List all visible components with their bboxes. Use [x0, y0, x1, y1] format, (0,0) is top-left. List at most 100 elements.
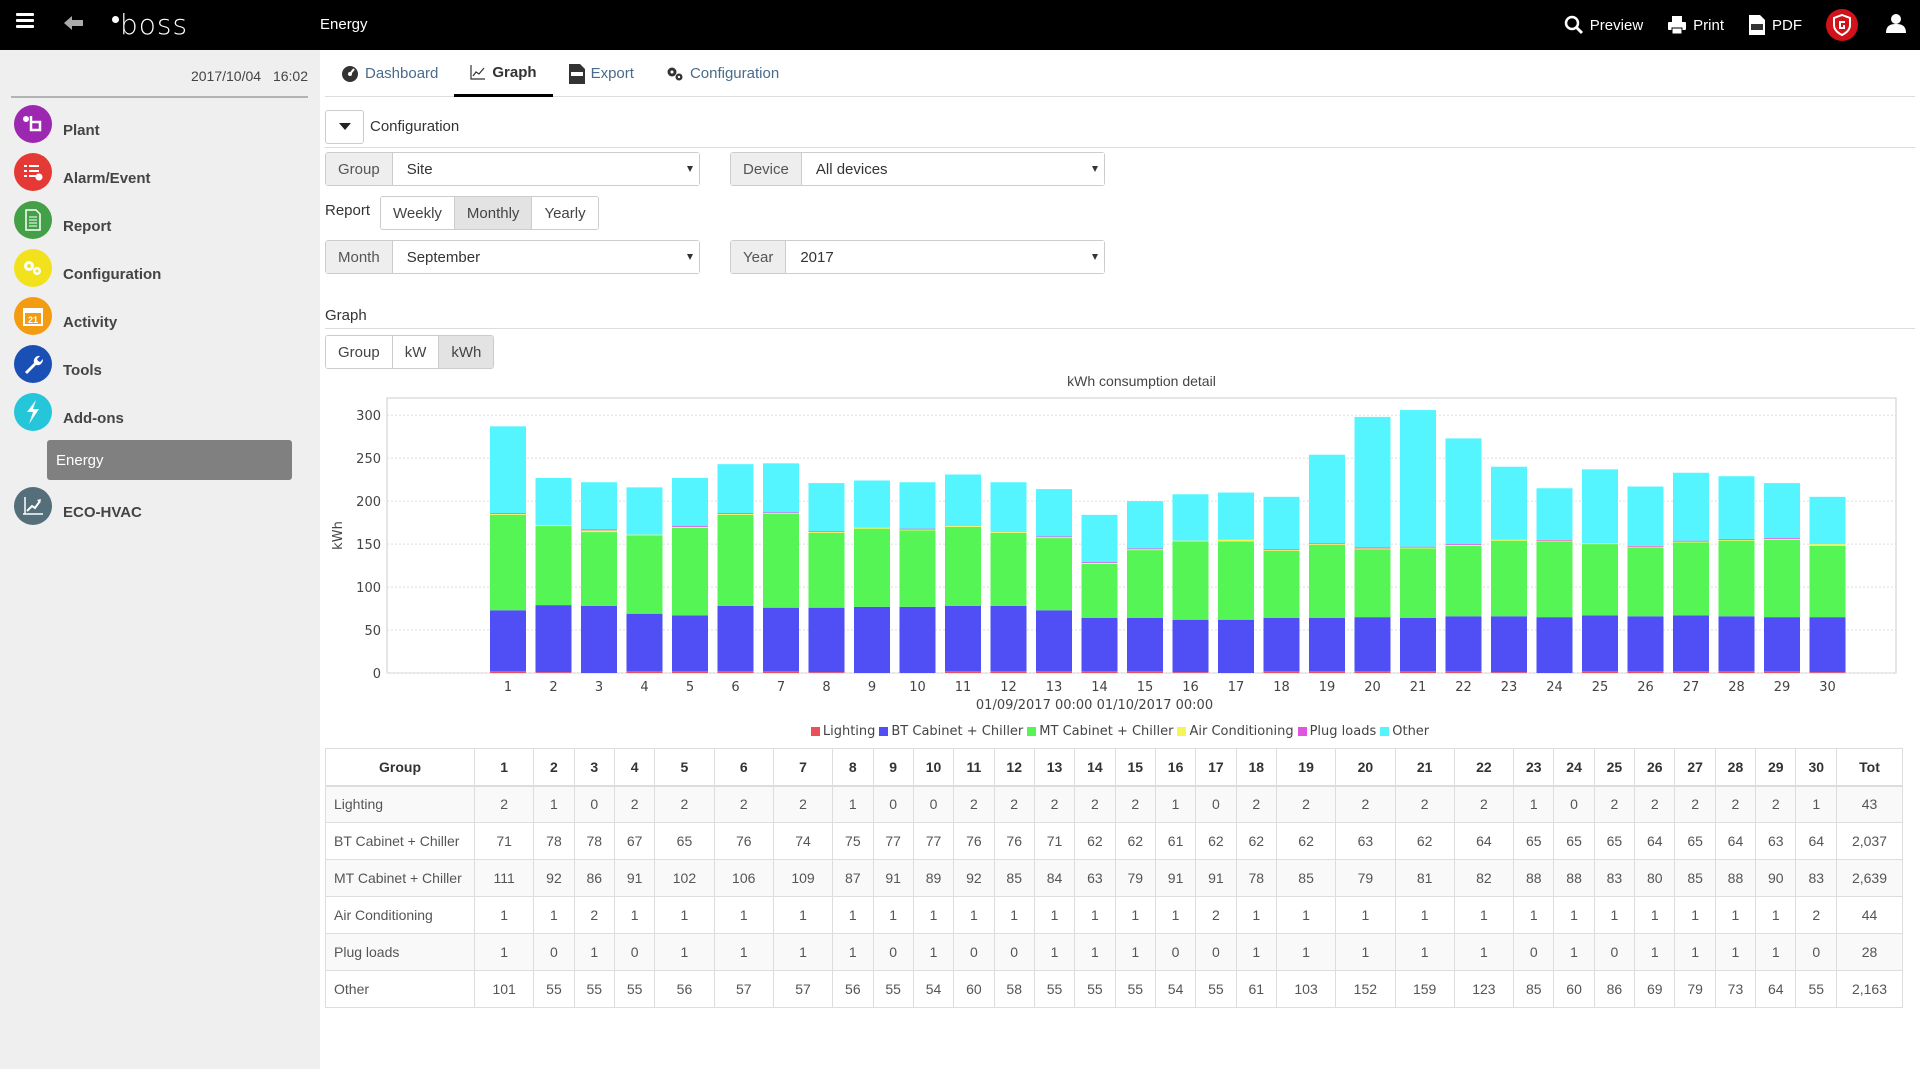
bar-segment-bt-cabinet-chiller [945, 605, 981, 672]
column-header-day: 8 [832, 748, 874, 787]
bar-segment-air-conditioning [626, 534, 663, 536]
table-cell: 62 [1195, 822, 1237, 860]
bar-segment-lighting [990, 671, 1027, 673]
table-cell: 55 [1795, 970, 1837, 1008]
hamburger-menu-icon[interactable] [16, 13, 34, 29]
top-bar: boss Energy Preview Print PDF [0, 0, 1920, 50]
column-header-day: 14 [1074, 748, 1116, 787]
bar-segment-other [899, 482, 936, 529]
bar-segment-bt-cabinet-chiller [490, 610, 526, 672]
table-cell: 0 [872, 933, 914, 971]
table-cell: 92 [533, 859, 575, 897]
legend-swatch [1380, 727, 1390, 736]
table-cell: 55 [533, 970, 575, 1008]
table-cell: 55 [1074, 970, 1116, 1008]
bar-segment-other [1536, 488, 1573, 540]
back-arrow-icon[interactable] [64, 11, 84, 37]
table-row: Plug loads 1 0 1 0 1 1 1 1 0 1 0 0 1 1 1 0 0 1 1 1 1 1 0 1 0 1 1 1 1 0… [325, 933, 1903, 971]
bar-segment-bt-cabinet-chiller [1764, 617, 1800, 672]
bar-segment-mt-cabinet-chiller [1400, 548, 1436, 618]
column-header-day: 16 [1154, 748, 1197, 787]
bar-segment-mt-cabinet-chiller [490, 514, 526, 611]
sidebar-item-eco-hvac[interactable]: ECO-HVAC [14, 482, 314, 530]
sidebar-item-label: Tools [63, 361, 102, 379]
table-cell: 91 [1195, 859, 1237, 897]
bar-segment-mt-cabinet-chiller [854, 528, 890, 607]
table-cell: 62 [1394, 822, 1455, 860]
bar-segment-air-conditioning [1627, 546, 1664, 548]
pdf-button[interactable]: PDF [1748, 15, 1802, 35]
table-cell: 152 [1335, 970, 1396, 1008]
table-cell: 1 [1074, 896, 1116, 934]
sidebar-subitem-energy[interactable]: Energy [47, 440, 292, 480]
sidebar-item-report[interactable]: Report [14, 196, 314, 244]
row-total: 43 [1836, 785, 1903, 823]
table-cell: 1 [1394, 896, 1455, 934]
table-cell: 78 [1235, 859, 1277, 897]
bar-segment-plug-loads [1627, 545, 1664, 547]
bar-segment-air-conditioning [1491, 539, 1527, 541]
bar-segment-air-conditioning [1263, 550, 1300, 551]
sidebar-item-label: Alarm/Event [63, 169, 151, 187]
bar-segment-plug-loads [1354, 547, 1391, 549]
legend-label: Other [1392, 724, 1430, 739]
bar-segment-lighting [490, 671, 526, 673]
legend-item[interactable]: Air Conditioning [1177, 724, 1294, 739]
sidebar-item-label: Activity [63, 313, 118, 331]
bar-segment-lighting [763, 671, 799, 673]
y-tick-label: 100 [356, 581, 381, 596]
row-group-name: Plug loads [325, 933, 475, 971]
legend-item[interactable]: Lighting [810, 724, 876, 739]
x-tick-label: 4 [640, 680, 648, 695]
y-tick-label: 150 [356, 538, 381, 553]
table-cell: 1 [1795, 785, 1837, 823]
table-cell: 86 [1593, 970, 1636, 1008]
column-header-day: 26 [1634, 748, 1676, 787]
x-tick-label: 5 [686, 680, 694, 695]
table-cell: 0 [533, 933, 575, 971]
bar-segment-bt-cabinet-chiller [1218, 619, 1254, 673]
x-tick-label: 14 [1091, 680, 1108, 695]
table-cell: 74 [772, 822, 834, 860]
sidebar-item-add-ons[interactable]: Add-ons [14, 388, 314, 436]
bar-segment-air-conditioning [1218, 539, 1254, 542]
table-cell: 76 [993, 822, 1035, 860]
table-cell: 0 [1154, 933, 1197, 971]
sidebar-item-alarm-event[interactable]: Alarm/Event [14, 148, 314, 196]
legend-item[interactable]: Plug loads [1297, 724, 1376, 739]
table-cell: 65 [1674, 822, 1716, 860]
print-button[interactable]: Print [1667, 15, 1724, 35]
user-icon[interactable] [1886, 13, 1906, 38]
table-row: MT Cabinet + Chiller 111 92 86 91 102 106 109 87… [325, 859, 1903, 897]
bar-segment-lighting [1127, 671, 1163, 673]
table-cell: 1 [1755, 896, 1797, 934]
bar-segment-plug-loads [899, 528, 936, 530]
sidebar-item-activity[interactable]: 21 Activity [14, 292, 314, 340]
legend-item[interactable]: MT Cabinet + Chiller [1027, 724, 1173, 739]
table-row: Other 101 55 55 55 56 57 57 56 55 54 60 58 55 55 55 54 55… [325, 970, 1903, 1008]
sidebar-item-plant[interactable]: Plant [14, 100, 314, 148]
x-tick-label: 6 [731, 680, 739, 695]
bar-segment-mt-cabinet-chiller [535, 526, 572, 606]
legend-item[interactable]: BT Cabinet + Chiller [879, 724, 1023, 739]
table-cell: 54 [1154, 970, 1197, 1008]
legend-label: Lighting [822, 724, 876, 739]
table-cell: 61 [1235, 970, 1277, 1008]
sidebar-item-configuration[interactable]: Configuration [14, 244, 314, 292]
bar-segment-air-conditioning [1718, 539, 1755, 541]
preview-button[interactable]: Preview [1564, 15, 1643, 35]
bar-segment-other [1718, 476, 1755, 539]
table-cell: 0 [1513, 933, 1555, 971]
legend-item[interactable]: Other [1380, 724, 1429, 739]
boss-logo[interactable]: boss [112, 8, 188, 41]
table-cell: 1 [832, 785, 874, 823]
table-cell: 1 [1114, 896, 1156, 934]
bar-segment-plug-loads [1400, 546, 1436, 548]
bar-segment-other [1354, 416, 1391, 548]
sidebar-item-tools[interactable]: Tools [14, 340, 314, 388]
bar-segment-mt-cabinet-chiller [717, 514, 754, 606]
x-tick-label: 17 [1228, 680, 1245, 695]
bar-segment-other [1036, 489, 1072, 537]
security-shield-icon[interactable] [1826, 9, 1858, 41]
bar-segment-mt-cabinet-chiller [1036, 538, 1072, 611]
